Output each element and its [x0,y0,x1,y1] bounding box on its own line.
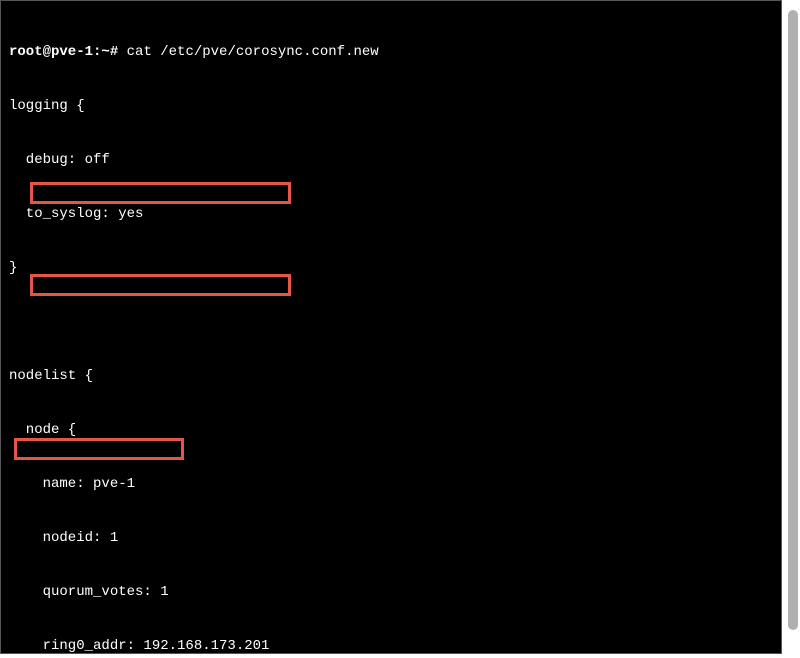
output-line: to_syslog: yes [9,205,773,223]
scrollbar-track[interactable] [786,10,800,648]
output-line: logging { [9,97,773,115]
output-line: debug: off [9,151,773,169]
command-text: cat /etc/pve/corosync.conf.new [127,44,379,60]
output-line: ring0_addr: 192.168.173.201 [9,637,773,654]
terminal-window[interactable]: root@pve-1:~# cat /etc/pve/corosync.conf… [0,0,782,654]
highlight-box-ring0-1 [30,182,291,204]
scrollbar-thumb[interactable] [788,10,798,630]
output-line [9,313,773,331]
output-line: nodeid: 1 [9,529,773,547]
highlight-box-ring0-2 [30,274,291,296]
output-line: name: pve-1 [9,475,773,493]
output-line: } [9,259,773,277]
output-line: quorum_votes: 1 [9,583,773,601]
output-line: nodelist { [9,367,773,385]
prompt-line: root@pve-1:~# cat /etc/pve/corosync.conf… [9,43,773,61]
prompt-path: ~ [101,44,109,60]
highlight-box-config-version [14,438,184,460]
output-line: node { [9,421,773,439]
prompt-symbol: # [110,44,118,60]
prompt-user-host: root@pve-1 [9,44,93,60]
